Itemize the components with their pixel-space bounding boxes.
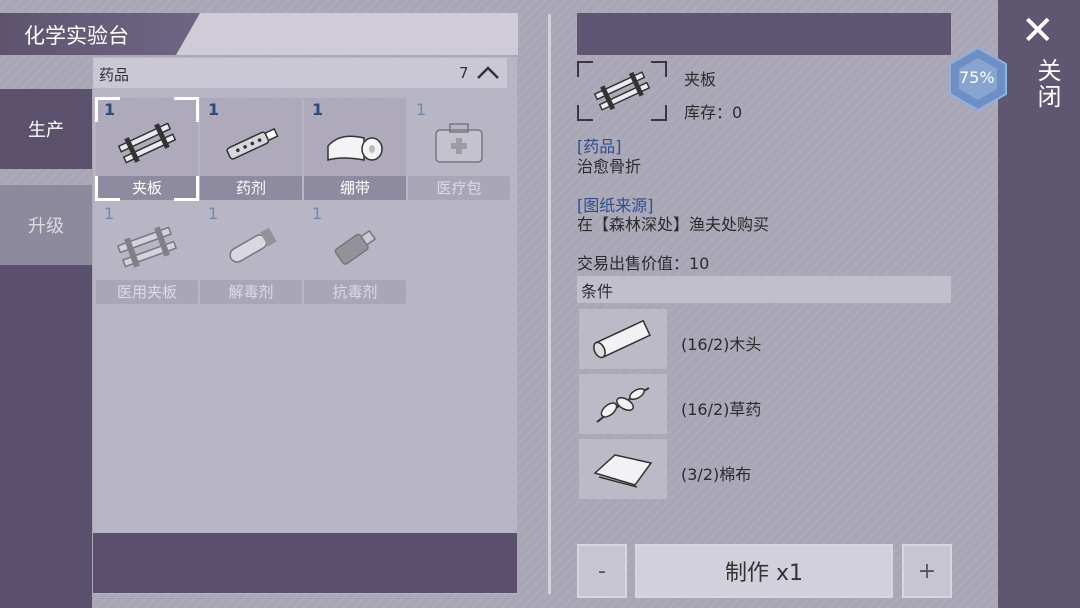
item-qty: 1 bbox=[416, 100, 427, 119]
sell-value: 交易出售价值：10 bbox=[577, 254, 710, 273]
decrease-button[interactable]: - bbox=[577, 544, 627, 598]
detail-item-name: 夹板 bbox=[684, 70, 717, 89]
conditions-title: 条件 bbox=[581, 282, 614, 301]
item-qty: 1 bbox=[312, 100, 324, 119]
item-antivenom[interactable]: 1 抗毒剂 bbox=[304, 202, 406, 304]
tab-upgrade[interactable]: 升级 bbox=[0, 185, 92, 265]
tab-production-label: 生产 bbox=[28, 120, 64, 141]
item-medicine[interactable]: 1 药剂 bbox=[200, 98, 302, 200]
progress-percent: 75% bbox=[959, 68, 995, 87]
item-label: 医疗包 bbox=[408, 176, 510, 200]
item-medical-splint[interactable]: 1 医用夹板 bbox=[96, 202, 198, 304]
selection-corner bbox=[174, 176, 199, 201]
item-medkit[interactable]: 1 医疗包 bbox=[408, 98, 510, 200]
tab-upgrade-label: 升级 bbox=[28, 216, 64, 237]
section-title: 药品 bbox=[99, 66, 130, 84]
splint-icon bbox=[593, 71, 651, 111]
bandage-icon bbox=[327, 135, 383, 161]
material-text: (3/2)棉布 bbox=[681, 465, 752, 484]
frame-corner bbox=[651, 105, 667, 121]
material-slot[interactable] bbox=[579, 309, 667, 369]
medicine-icon bbox=[226, 127, 279, 160]
category-desc: 治愈骨折 bbox=[577, 157, 642, 176]
close-label[interactable]: 关闭 bbox=[1030, 58, 1065, 110]
section-count: 7 bbox=[459, 64, 469, 82]
antivenom-icon bbox=[334, 229, 377, 265]
source-desc: 在【森林深处】渔夫处购买 bbox=[577, 215, 770, 234]
medkit-icon bbox=[435, 123, 483, 163]
splint-icon bbox=[117, 122, 177, 164]
conditions-header bbox=[577, 276, 951, 303]
detail-stock: 库存：0 bbox=[684, 103, 743, 122]
item-label: 医用夹板 bbox=[96, 280, 198, 304]
grid-bottom-bar bbox=[93, 533, 517, 593]
page-title: 化学实验台 bbox=[24, 24, 129, 48]
item-label: 绷带 bbox=[304, 176, 406, 200]
item-qty: 1 bbox=[208, 204, 219, 223]
close-icon[interactable]: ✕ bbox=[1021, 8, 1055, 54]
item-label: 解毒剂 bbox=[200, 280, 302, 304]
selection-corner bbox=[174, 97, 199, 122]
antidote-icon bbox=[229, 227, 277, 263]
frame-corner bbox=[651, 61, 667, 77]
material-text: (16/2)木头 bbox=[681, 335, 762, 354]
item-qty: 1 bbox=[104, 204, 115, 223]
section-header[interactable] bbox=[93, 58, 507, 88]
panel-divider bbox=[548, 14, 551, 594]
item-bandage[interactable]: 1 绷带 bbox=[304, 98, 406, 200]
tab-production[interactable]: 生产 bbox=[0, 89, 92, 169]
item-qty: 1 bbox=[208, 100, 220, 119]
item-qty: 1 bbox=[312, 204, 323, 223]
material-text: (16/2)草药 bbox=[681, 400, 762, 419]
chevron-up-icon[interactable] bbox=[475, 62, 501, 86]
material-slot[interactable] bbox=[579, 439, 667, 499]
detail-item-frame bbox=[577, 61, 667, 121]
item-label: 药剂 bbox=[200, 176, 302, 200]
item-antidote[interactable]: 1 解毒剂 bbox=[200, 202, 302, 304]
item-label: 抗毒剂 bbox=[304, 280, 406, 304]
item-splint[interactable]: 1 夹板 bbox=[95, 97, 199, 201]
cotton-cloth-icon bbox=[593, 454, 653, 488]
sidebar-background bbox=[0, 265, 92, 608]
selection-corner bbox=[95, 176, 120, 201]
craft-button[interactable]: 制作 x1 bbox=[635, 544, 893, 598]
selection-corner bbox=[95, 97, 120, 122]
increase-button[interactable]: + bbox=[902, 544, 952, 598]
medical-splint-icon bbox=[116, 226, 178, 268]
detail-header-bar bbox=[577, 13, 951, 55]
material-slot[interactable] bbox=[579, 374, 667, 434]
wood-log-icon bbox=[593, 319, 651, 359]
herb-icon bbox=[596, 387, 650, 423]
